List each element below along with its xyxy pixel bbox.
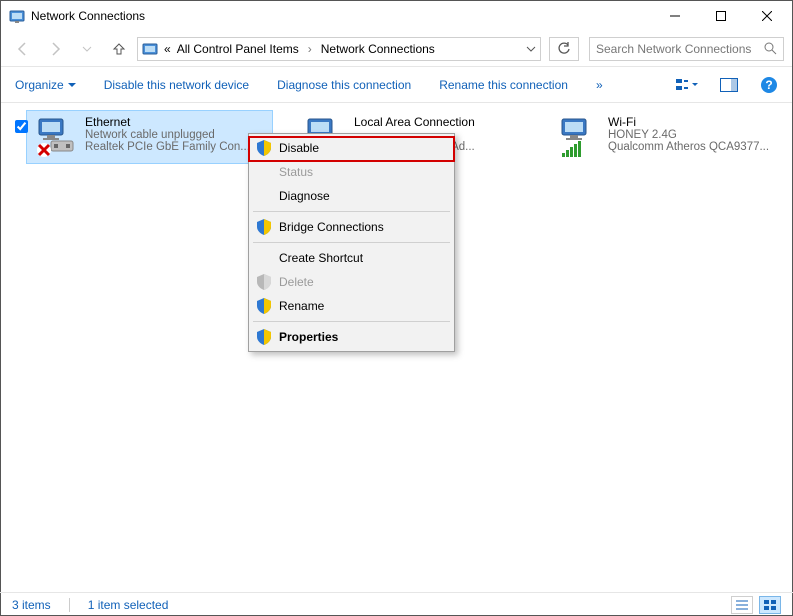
connection-name: Ethernet: [85, 115, 250, 129]
up-button[interactable]: [105, 35, 133, 63]
minimize-button[interactable]: [652, 1, 698, 31]
more-commands-button[interactable]: »: [596, 78, 603, 92]
shield-icon: [257, 274, 271, 290]
help-button[interactable]: ?: [760, 76, 778, 94]
view-options-button[interactable]: [676, 77, 698, 93]
icons-view-button[interactable]: [759, 596, 781, 614]
shield-icon: [257, 329, 271, 345]
disable-device-button[interactable]: Disable this network device: [104, 78, 249, 92]
maximize-button[interactable]: [698, 1, 744, 31]
svg-text:?: ?: [765, 78, 772, 92]
search-input[interactable]: Search Network Connections: [589, 37, 784, 61]
menu-item-properties[interactable]: Properties: [251, 325, 452, 349]
selection-count: 1 item selected: [88, 598, 169, 612]
connection-adapter: Realtek PCIe GbE Family Con...: [85, 141, 250, 153]
rename-button[interactable]: Rename this connection: [439, 78, 568, 92]
shield-icon: [257, 140, 271, 156]
breadcrumb-item[interactable]: All Control Panel Items: [177, 42, 299, 56]
menu-item-disable[interactable]: Disable: [251, 136, 452, 160]
shield-icon: [257, 298, 271, 314]
menu-item-diagnose[interactable]: Diagnose: [251, 184, 452, 208]
menu-item-rename[interactable]: Rename: [251, 294, 452, 318]
shield-icon: [257, 219, 271, 235]
diagnose-button[interactable]: Diagnose this connection: [277, 78, 411, 92]
menu-separator: [253, 211, 450, 212]
content-area: Ethernet Network cable unplugged Realtek…: [1, 103, 792, 581]
menu-item-status: Status: [251, 160, 452, 184]
chevron-right-icon: ›: [308, 42, 312, 56]
navigation-bar: « All Control Panel Items › Network Conn…: [1, 31, 792, 67]
wifi-icon: [556, 115, 600, 159]
connection-checkbox[interactable]: [15, 120, 28, 133]
address-bar[interactable]: « All Control Panel Items › Network Conn…: [137, 37, 541, 61]
connection-name: Wi-Fi: [608, 115, 769, 129]
app-icon: [9, 8, 25, 24]
connection-item-wifi[interactable]: Wi-Fi HONEY 2.4G Qualcomm Atheros QCA937…: [550, 111, 780, 163]
menu-separator: [253, 242, 450, 243]
connection-item-ethernet[interactable]: Ethernet Network cable unplugged Realtek…: [27, 111, 272, 163]
connection-adapter: Qualcomm Atheros QCA9377...: [608, 141, 769, 153]
search-icon: [764, 42, 777, 55]
ethernet-icon: [33, 115, 77, 159]
item-count: 3 items: [12, 598, 51, 612]
refresh-button[interactable]: [549, 37, 579, 61]
details-view-button[interactable]: [731, 596, 753, 614]
title-bar: Network Connections: [1, 1, 792, 31]
status-bar: 3 items 1 item selected: [0, 592, 793, 616]
folder-icon: [142, 41, 158, 57]
connection-status: Network cable unplugged: [85, 129, 250, 141]
window-title: Network Connections: [31, 9, 145, 23]
back-button[interactable]: [9, 35, 37, 63]
menu-separator: [253, 321, 450, 322]
preview-pane-button[interactable]: [720, 78, 738, 92]
recent-dropdown[interactable]: [73, 35, 101, 63]
breadcrumb-prefix: «: [164, 42, 171, 56]
close-button[interactable]: [744, 1, 790, 31]
connection-status: HONEY 2.4G: [608, 129, 769, 141]
search-placeholder: Search Network Connections: [596, 42, 758, 56]
forward-button[interactable]: [41, 35, 69, 63]
context-menu: Disable Status Diagnose Bridge Connectio…: [248, 133, 455, 352]
organize-button[interactable]: Organize: [15, 78, 76, 92]
command-bar: Organize Disable this network device Dia…: [1, 67, 792, 103]
status-divider: [69, 598, 70, 612]
address-dropdown-icon[interactable]: [526, 44, 536, 54]
menu-item-shortcut[interactable]: Create Shortcut: [251, 246, 452, 270]
menu-item-bridge[interactable]: Bridge Connections: [251, 215, 452, 239]
menu-item-delete: Delete: [251, 270, 452, 294]
breadcrumb-item[interactable]: Network Connections: [321, 42, 435, 56]
connection-name: Local Area Connection: [354, 115, 475, 129]
